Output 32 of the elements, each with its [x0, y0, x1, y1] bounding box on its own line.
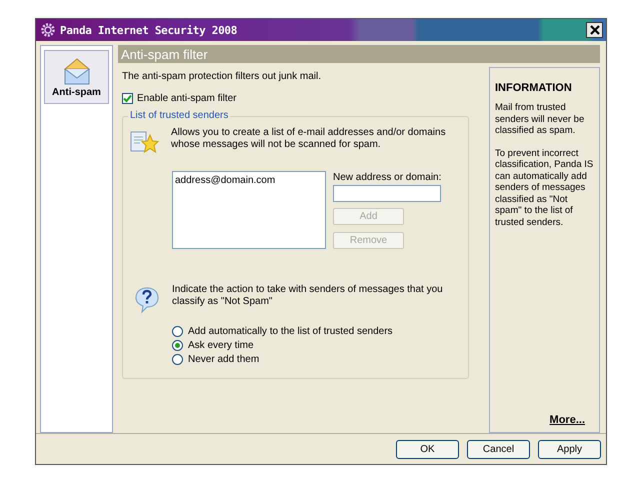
dialog-button[interactable]: Apply	[538, 440, 601, 458]
info-text: To prevent incorrect classification, Panda IS can automatically add senders of messages classified as "Not spam" to the list of trusted senders.	[495, 148, 594, 228]
close-icon	[590, 25, 600, 35]
description-text: The anti-spam protection filters out junk mail.	[122, 71, 322, 82]
dialog-button[interactable]: OK	[396, 440, 459, 458]
address-item[interactable]: address@domain.com	[175, 175, 323, 186]
panel-title: Anti-spam filter	[121, 46, 208, 62]
sidebar-item[interactable]: Anti-spam	[44, 50, 109, 104]
more-link[interactable]: More...	[550, 414, 585, 426]
question-icon	[134, 286, 160, 314]
info-title: INFORMATION	[495, 82, 573, 94]
radio-label: Never add them	[188, 354, 260, 365]
close-button[interactable]	[586, 22, 603, 38]
checkbox-label: Enable anti-spam filter	[137, 93, 236, 104]
radio-label: Add automatically to the list of trusted senders	[188, 326, 393, 337]
group-description: Allows you to create a list of e-mail addresses and/or domains whose messages will not be scanned for spam.	[171, 127, 447, 151]
info-text: Mail from trusted senders will never be classified as spam.	[495, 102, 586, 136]
checkbox[interactable]	[122, 93, 133, 104]
action-prompt: Indicate the action to take with senders of messages that you classify as "Not Spam"	[172, 284, 444, 308]
dialog-button[interactable]: Cancel	[467, 440, 530, 458]
window-title: Panda Internet Security 2008	[60, 24, 238, 36]
envelope-icon	[62, 56, 92, 84]
address-input[interactable]	[333, 185, 441, 202]
radio-button[interactable]	[172, 326, 183, 337]
document-star-icon	[129, 129, 159, 155]
group-legend: List of trusted senders	[128, 110, 230, 121]
address-list[interactable]: address@domain.com	[172, 171, 326, 249]
field-label: New address or domain:	[333, 172, 442, 183]
radio-button[interactable]	[172, 354, 183, 365]
radio-label: Ask every time	[188, 340, 254, 351]
radio-button[interactable]	[172, 340, 183, 351]
gear-icon	[41, 23, 55, 37]
